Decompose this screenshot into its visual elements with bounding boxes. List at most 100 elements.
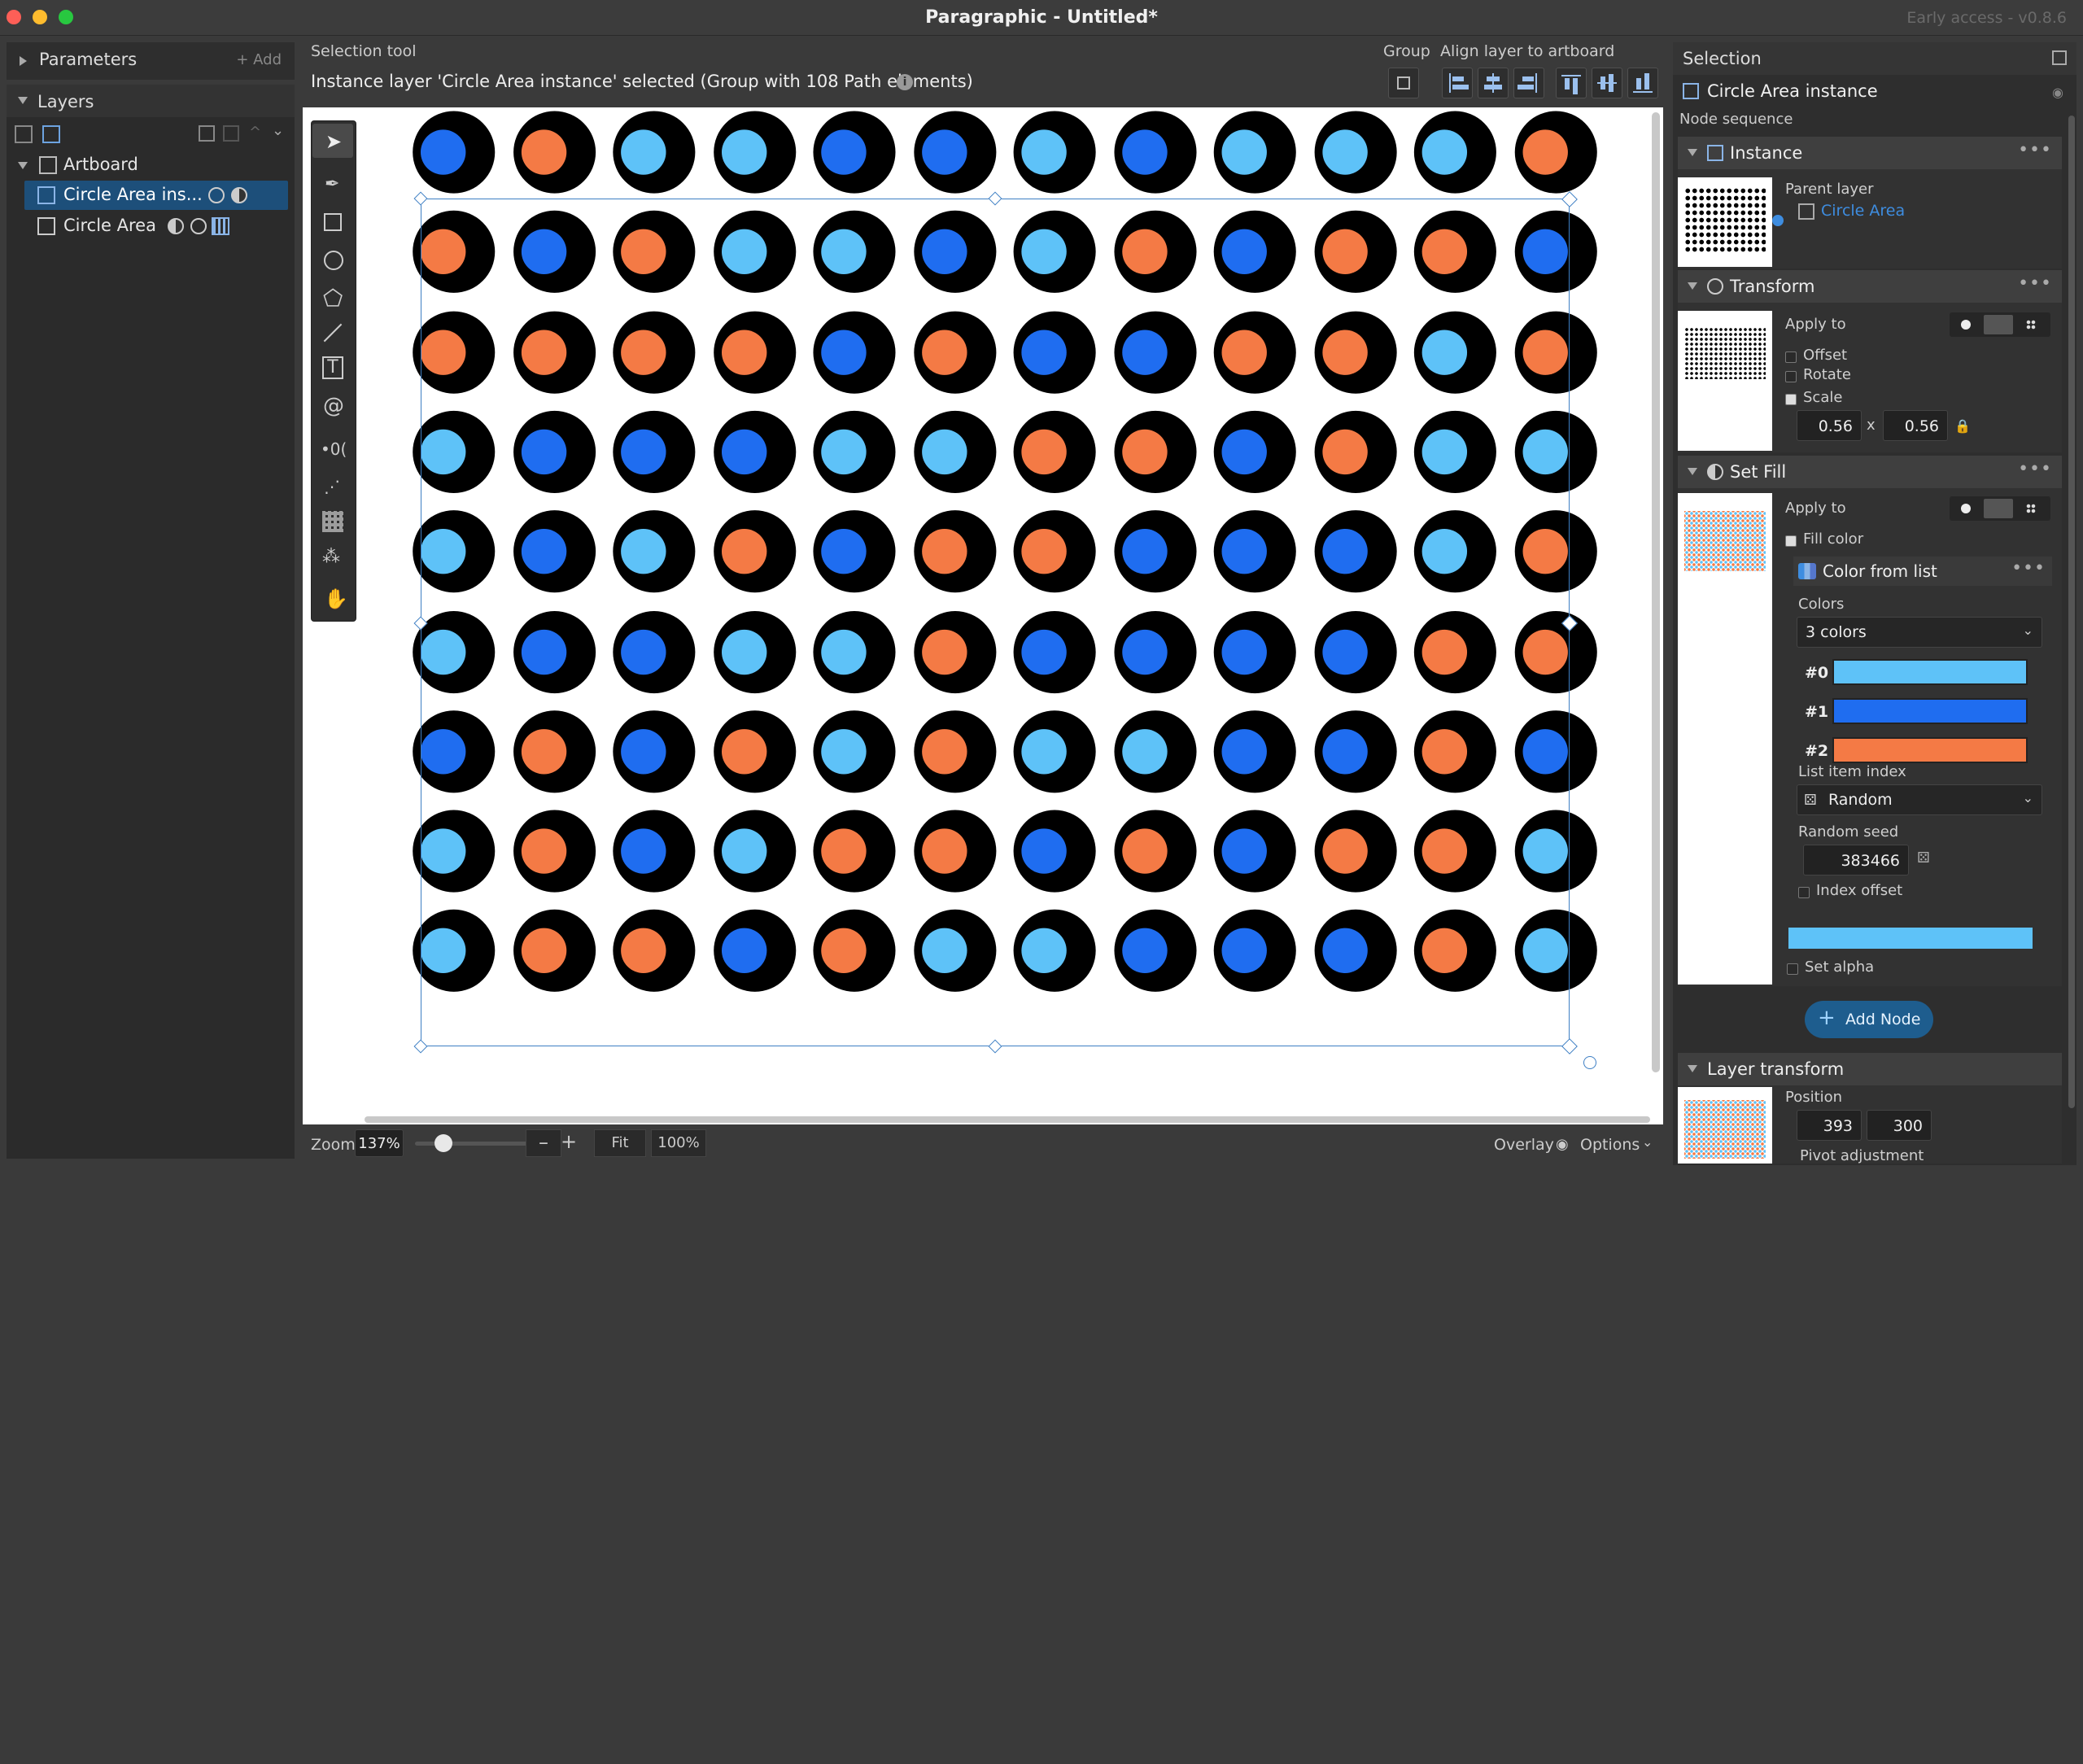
- scale-checkbox[interactable]: [1785, 394, 1797, 405]
- zoom-slider-track[interactable]: [415, 1142, 529, 1146]
- artboard-expand-icon[interactable]: [18, 162, 28, 169]
- scale-x-input[interactable]: 0.56: [1797, 410, 1862, 441]
- set-alpha-checkbox[interactable]: [1787, 963, 1798, 975]
- color-list-menu-icon[interactable]: •••: [2011, 558, 2046, 579]
- fill-color-checkbox[interactable]: [1785, 535, 1797, 547]
- add-node-button[interactable]: + Add Node: [1805, 1001, 1933, 1038]
- line-tool-button[interactable]: [312, 316, 353, 350]
- chevron-down-icon[interactable]: ⌄: [1642, 1134, 1653, 1150]
- zoom-100-button[interactable]: 100%: [651, 1129, 706, 1157]
- color-swatch-2[interactable]: [1832, 737, 2028, 763]
- rotate-handle[interactable]: [1583, 1056, 1596, 1069]
- info-icon[interactable]: i: [897, 74, 913, 90]
- circle-element: [1013, 111, 1096, 194]
- collapse-arrow-icon[interactable]: [1688, 149, 1697, 156]
- position-y-input[interactable]: 300: [1867, 1110, 1932, 1141]
- parent-layer-link[interactable]: Circle Area: [1821, 202, 1905, 220]
- spiral-tool-button[interactable]: @: [312, 389, 353, 423]
- align-left-button[interactable]: [1442, 68, 1473, 98]
- color-swatch-row[interactable]: #1: [1797, 693, 2042, 731]
- node-menu-icon[interactable]: •••: [2018, 459, 2052, 479]
- align-top-button[interactable]: [1556, 68, 1587, 98]
- scale-y-input[interactable]: 0.56: [1883, 410, 1948, 441]
- swatch-index: #2: [1805, 742, 1829, 760]
- selection-tool-button[interactable]: ➤: [312, 124, 353, 158]
- set-fill-node-header[interactable]: Set Fill: [1678, 456, 2062, 488]
- fit-button[interactable]: Fit: [594, 1129, 646, 1157]
- inspector-scrollbar[interactable]: [2068, 116, 2075, 1108]
- align-center-h-button[interactable]: [1478, 68, 1509, 98]
- path-tool-button[interactable]: ⋰: [312, 469, 353, 503]
- shape-layer-icon: [1798, 203, 1814, 220]
- rotate-checkbox[interactable]: [1785, 371, 1797, 382]
- stroke-node-icon: [190, 218, 207, 234]
- circle-inner-fill: [1421, 129, 1468, 175]
- group-icon[interactable]: [199, 125, 215, 142]
- text-tool-button[interactable]: T: [312, 351, 353, 386]
- layer-transform-header[interactable]: Layer transform: [1678, 1053, 2062, 1085]
- align-right-button[interactable]: [1513, 68, 1544, 98]
- eye-icon[interactable]: ◉: [1556, 1136, 1569, 1153]
- set-alpha-label: Set alpha: [1805, 958, 1875, 976]
- copy-layer-icon[interactable]: [15, 125, 33, 143]
- color-swatch-row[interactable]: #0: [1797, 654, 2042, 692]
- position-x-input[interactable]: 393: [1797, 1110, 1862, 1141]
- single-icon[interactable]: [1961, 320, 1971, 330]
- collapse-arrow-icon[interactable]: [20, 56, 27, 66]
- color-swatch-1[interactable]: [1832, 698, 2028, 724]
- scatter-tool-button[interactable]: ⁂: [312, 540, 353, 574]
- visibility-eye-icon[interactable]: ◉: [2052, 85, 2063, 100]
- options-menu[interactable]: Options: [1580, 1136, 1640, 1154]
- random-seed-input[interactable]: 383466: [1803, 845, 1909, 875]
- vertical-scrollbar[interactable]: [1652, 112, 1660, 1072]
- popout-icon[interactable]: [2052, 50, 2067, 65]
- collapse-arrow-icon[interactable]: [1688, 282, 1697, 290]
- ellipse-tool-button[interactable]: [312, 242, 353, 277]
- color-swatches: #0 #1 #2: [1797, 654, 2042, 771]
- instance-node-header[interactable]: Instance: [1678, 137, 2062, 169]
- group-button[interactable]: [1388, 68, 1419, 98]
- node-menu-icon[interactable]: •••: [2018, 273, 2052, 294]
- overlay-toggle[interactable]: Overlay: [1494, 1136, 1554, 1154]
- grid-tool-button[interactable]: [312, 504, 353, 539]
- lock-icon[interactable]: 🔒: [1954, 418, 1971, 434]
- polygon-tool-button[interactable]: ⬠: [312, 280, 353, 314]
- align-bottom-button[interactable]: [1627, 68, 1658, 98]
- color-from-list-header[interactable]: Color from list •••: [1793, 557, 2052, 586]
- artboard-canvas[interactable]: [303, 107, 1663, 1124]
- single-icon[interactable]: [1961, 504, 1971, 513]
- blend-tool-button[interactable]: •0(: [312, 431, 353, 465]
- align-middle-v-button[interactable]: [1592, 68, 1622, 98]
- color-swatch-0[interactable]: [1832, 659, 2028, 685]
- zoom-value-field[interactable]: 137%: [355, 1129, 404, 1157]
- expand-arrow-icon[interactable]: [18, 97, 28, 104]
- pen-tool-button[interactable]: ✒: [312, 168, 353, 202]
- hand-tool-button[interactable]: ✋: [312, 583, 353, 617]
- zoom-in-button[interactable]: +: [555, 1129, 583, 1157]
- instance-layer-icon[interactable]: [42, 125, 60, 143]
- random-icon[interactable]: [2026, 504, 2036, 513]
- transform-node-header[interactable]: Transform: [1678, 270, 2062, 303]
- add-parameter-button[interactable]: + Add: [236, 51, 282, 68]
- node-menu-icon[interactable]: •••: [2018, 140, 2052, 160]
- rectangle-tool-button[interactable]: [312, 205, 353, 239]
- colors-count-select[interactable]: 3 colors ⌄: [1797, 617, 2042, 648]
- all-icon[interactable]: [1984, 315, 2013, 334]
- index-mode-select[interactable]: ⚄ Random ⌄: [1797, 784, 2042, 815]
- selection-bounds[interactable]: [421, 199, 1570, 1046]
- horizontal-scrollbar[interactable]: [365, 1116, 1650, 1123]
- set-fill-thumbnail: [1678, 493, 1772, 985]
- apply-to-toggle[interactable]: [1950, 496, 2050, 521]
- all-icon[interactable]: [1984, 499, 2013, 518]
- circle-element: [1313, 111, 1396, 194]
- color-from-list-title: Color from list: [1823, 561, 1937, 581]
- circle-inner-fill: [621, 129, 666, 175]
- index-offset-checkbox[interactable]: [1798, 887, 1810, 898]
- offset-checkbox[interactable]: [1785, 351, 1797, 363]
- random-icon[interactable]: [2026, 320, 2036, 330]
- zoom-slider-thumb[interactable]: [435, 1134, 452, 1152]
- collapse-arrow-icon[interactable]: [1688, 1065, 1697, 1072]
- collapse-arrow-icon[interactable]: [1688, 468, 1697, 475]
- apply-to-toggle[interactable]: [1950, 312, 2050, 337]
- randomize-dice-icon[interactable]: ⚄: [1917, 849, 1930, 867]
